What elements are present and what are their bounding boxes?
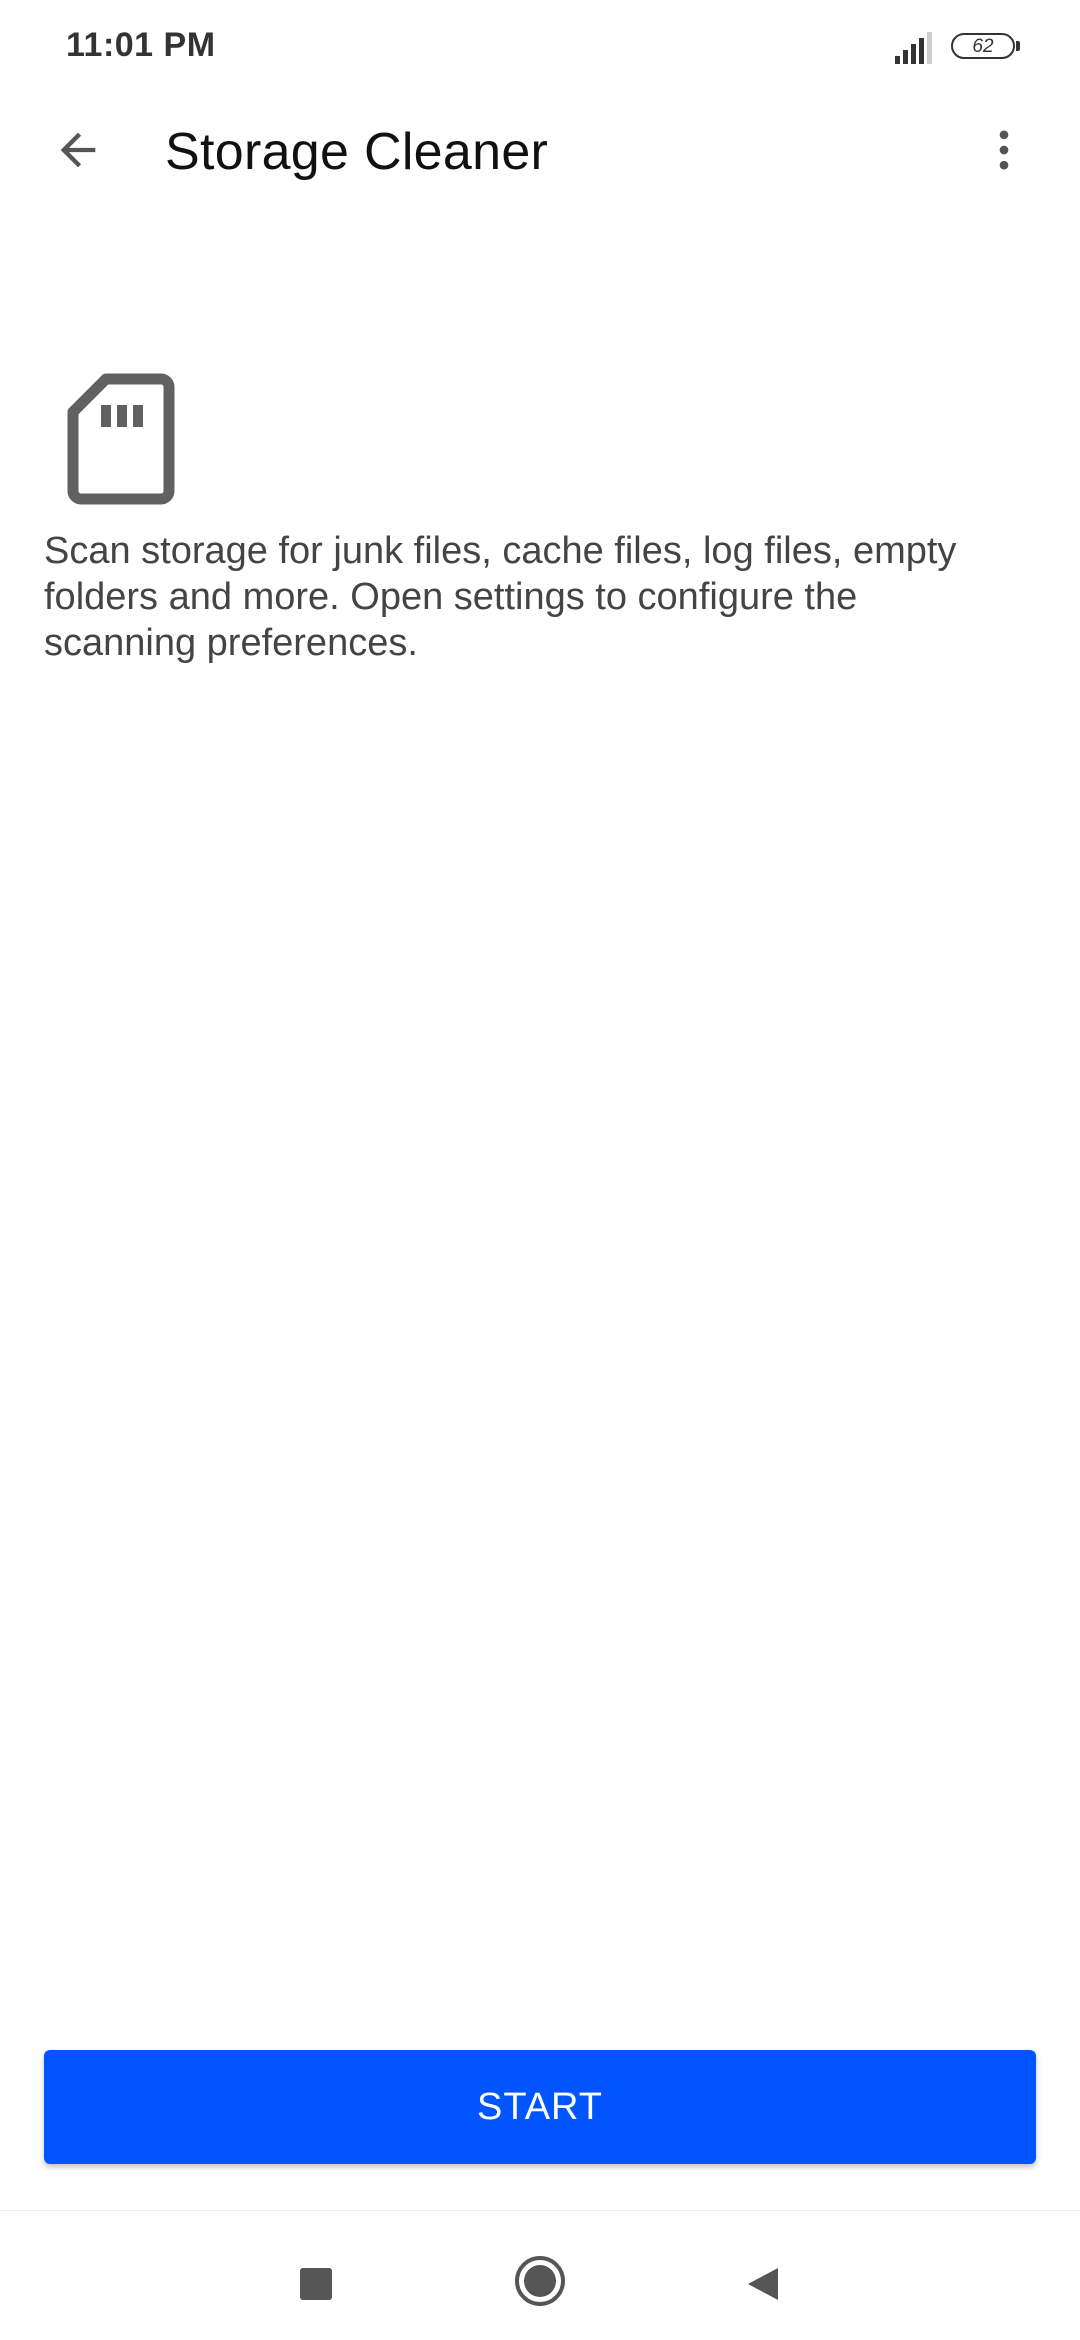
battery-tip	[1016, 41, 1020, 51]
navigation-bar	[0, 2211, 1080, 2340]
screen: 11:01 PM 62 Storage Cleaner Scan storage…	[0, 0, 1080, 2340]
more-options-button[interactable]	[962, 108, 1046, 192]
app-bar: Storage Cleaner	[0, 96, 1080, 214]
status-time: 11:01 PM	[66, 26, 216, 64]
back-button[interactable]	[36, 108, 120, 192]
description-text: Scan storage for junk files, cache files…	[44, 530, 957, 664]
recents-button[interactable]	[284, 2252, 348, 2316]
more-vert-icon	[999, 130, 1009, 170]
start-button[interactable]: START	[44, 2050, 1036, 2164]
back-icon	[748, 2268, 778, 2300]
recents-icon	[300, 2268, 332, 2300]
status-bar: 11:01 PM 62	[0, 0, 1080, 96]
arrow-back-icon	[60, 132, 96, 168]
home-icon	[515, 2256, 565, 2306]
nav-back-button[interactable]	[730, 2252, 794, 2316]
battery-level: 62	[951, 33, 1015, 59]
signal-icon	[895, 32, 932, 64]
battery-icon: 62	[951, 33, 1021, 63]
sd-card-icon	[67, 373, 175, 505]
page-title: Storage Cleaner	[165, 123, 549, 181]
home-button[interactable]	[508, 2249, 572, 2313]
